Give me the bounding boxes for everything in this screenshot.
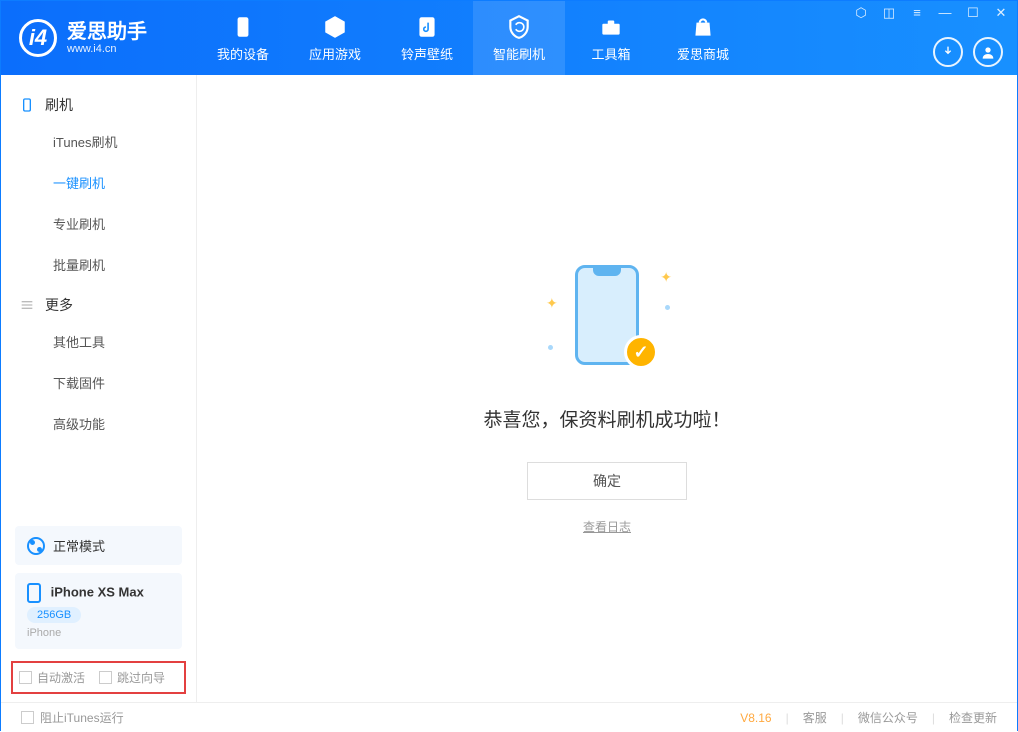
checkbox-row: 自动激活 跳过向导 [11, 661, 186, 694]
close-icon[interactable]: ✕ [991, 5, 1011, 23]
main-content: ✓ ✦ ✦ 恭喜您，保资料刷机成功啦！ 确定 查看日志 [197, 75, 1017, 702]
ok-button[interactable]: 确定 [527, 462, 687, 500]
body: 刷机 iTunes刷机 一键刷机 专业刷机 批量刷机 更多 其他工具 下载固件 … [1, 75, 1017, 702]
sidebar-section-flash: 刷机 [1, 85, 196, 121]
phone-icon [27, 583, 41, 603]
device-info-box[interactable]: iPhone XS Max 256GB iPhone [15, 573, 182, 649]
checkbox-skip-guide[interactable]: 跳过向导 [99, 669, 165, 686]
footer-block-itunes[interactable]: 阻止iTunes运行 [40, 709, 124, 726]
footer-link-service[interactable]: 客服 [803, 709, 827, 726]
tab-label: 我的设备 [217, 44, 269, 63]
checkbox-label: 跳过向导 [117, 669, 165, 686]
dot-icon [548, 345, 553, 350]
header: i4 爱思助手 www.i4.cn 我的设备 应用游戏 铃声壁纸 智能刷机 工具… [1, 1, 1017, 75]
phone-icon [230, 14, 256, 40]
sidebar-section-more: 更多 [1, 285, 196, 321]
logo-area: i4 爱思助手 www.i4.cn [1, 19, 197, 57]
minimize-icon[interactable]: — [935, 5, 955, 23]
tab-label: 铃声壁纸 [401, 44, 453, 63]
sidebar-item-advanced[interactable]: 高级功能 [29, 403, 196, 444]
shirt-icon[interactable]: ⬡ [851, 5, 871, 23]
tab-toolbox[interactable]: 工具箱 [565, 1, 657, 75]
app-url: www.i4.cn [67, 43, 147, 55]
logo-text: 爱思助手 www.i4.cn [67, 21, 147, 55]
footer-link-wechat[interactable]: 微信公众号 [858, 709, 918, 726]
sidebar-item-other-tools[interactable]: 其他工具 [29, 321, 196, 362]
sidebar-items-flash: iTunes刷机 一键刷机 专业刷机 批量刷机 [1, 121, 196, 285]
footer-version: V8.16 [740, 711, 771, 725]
device-mode: 正常模式 [53, 536, 105, 555]
download-button[interactable] [933, 37, 963, 67]
mode-icon [27, 537, 45, 555]
checkbox-label: 自动激活 [37, 669, 85, 686]
tab-label: 智能刷机 [493, 44, 545, 63]
cube-icon [322, 14, 348, 40]
dot-icon [665, 305, 670, 310]
tab-my-device[interactable]: 我的设备 [197, 1, 289, 75]
music-icon [414, 14, 440, 40]
shield-refresh-icon [506, 14, 532, 40]
device-type: iPhone [27, 627, 170, 639]
phone-icon [19, 97, 35, 113]
device-name: iPhone XS Max [51, 584, 144, 599]
sidebar-item-itunes-flash[interactable]: iTunes刷机 [29, 121, 196, 162]
maximize-icon[interactable]: ☐ [963, 5, 983, 23]
sparkle-icon: ✦ [660, 269, 672, 286]
app-name: 爱思助手 [67, 21, 147, 43]
menu-icon[interactable]: ≡ [907, 5, 927, 23]
footer-link-update[interactable]: 检查更新 [949, 709, 997, 726]
tab-store[interactable]: 爱思商城 [657, 1, 749, 75]
section-title: 更多 [45, 295, 73, 315]
profile-button[interactable] [973, 37, 1003, 67]
sparkle-icon: ✦ [546, 295, 558, 312]
sidebar-item-batch-flash[interactable]: 批量刷机 [29, 244, 196, 285]
view-log-link[interactable]: 查看日志 [583, 518, 631, 535]
window-controls: ⬡ ◫ ≡ — ☐ ✕ [851, 5, 1011, 23]
sidebar-item-oneclick-flash[interactable]: 一键刷机 [29, 162, 196, 203]
success-area: ✓ ✦ ✦ 恭喜您，保资料刷机成功啦！ 确定 查看日志 [197, 265, 1017, 535]
bag-icon [690, 14, 716, 40]
checkbox-icon [99, 671, 112, 684]
toolbox-icon [598, 14, 624, 40]
header-actions [933, 37, 1003, 67]
section-title: 刷机 [45, 95, 73, 115]
device-capacity: 256GB [27, 607, 81, 623]
download-icon [940, 44, 956, 60]
list-icon [19, 297, 35, 313]
tab-apps-games[interactable]: 应用游戏 [289, 1, 381, 75]
tab-smart-flash[interactable]: 智能刷机 [473, 1, 565, 75]
sidebar-items-more: 其他工具 下载固件 高级功能 [1, 321, 196, 444]
logo-icon: i4 [19, 19, 57, 57]
check-icon: ✓ [624, 335, 658, 369]
sidebar-item-download-firmware[interactable]: 下载固件 [29, 362, 196, 403]
checkbox-auto-activate[interactable]: 自动激活 [19, 669, 85, 686]
device-mode-box[interactable]: 正常模式 [15, 526, 182, 565]
user-icon [980, 44, 996, 60]
phone-illustration: ✓ ✦ ✦ [564, 265, 650, 375]
tab-label: 爱思商城 [677, 44, 729, 63]
sidebar: 刷机 iTunes刷机 一键刷机 专业刷机 批量刷机 更多 其他工具 下载固件 … [1, 75, 197, 702]
footer: 阻止iTunes运行 V8.16 | 客服 | 微信公众号 | 检查更新 [1, 702, 1017, 732]
tab-ringtones-wallpapers[interactable]: 铃声壁纸 [381, 1, 473, 75]
success-message: 恭喜您，保资料刷机成功啦！ [483, 405, 730, 432]
tab-label: 工具箱 [591, 44, 630, 63]
checkbox-icon [19, 671, 32, 684]
device-boxes: 正常模式 iPhone XS Max 256GB iPhone [1, 518, 196, 661]
lock-icon[interactable]: ◫ [879, 5, 899, 23]
sidebar-item-pro-flash[interactable]: 专业刷机 [29, 203, 196, 244]
checkbox-icon[interactable] [21, 711, 34, 724]
top-tabs: 我的设备 应用游戏 铃声壁纸 智能刷机 工具箱 爱思商城 [197, 1, 749, 75]
tab-label: 应用游戏 [309, 44, 361, 63]
